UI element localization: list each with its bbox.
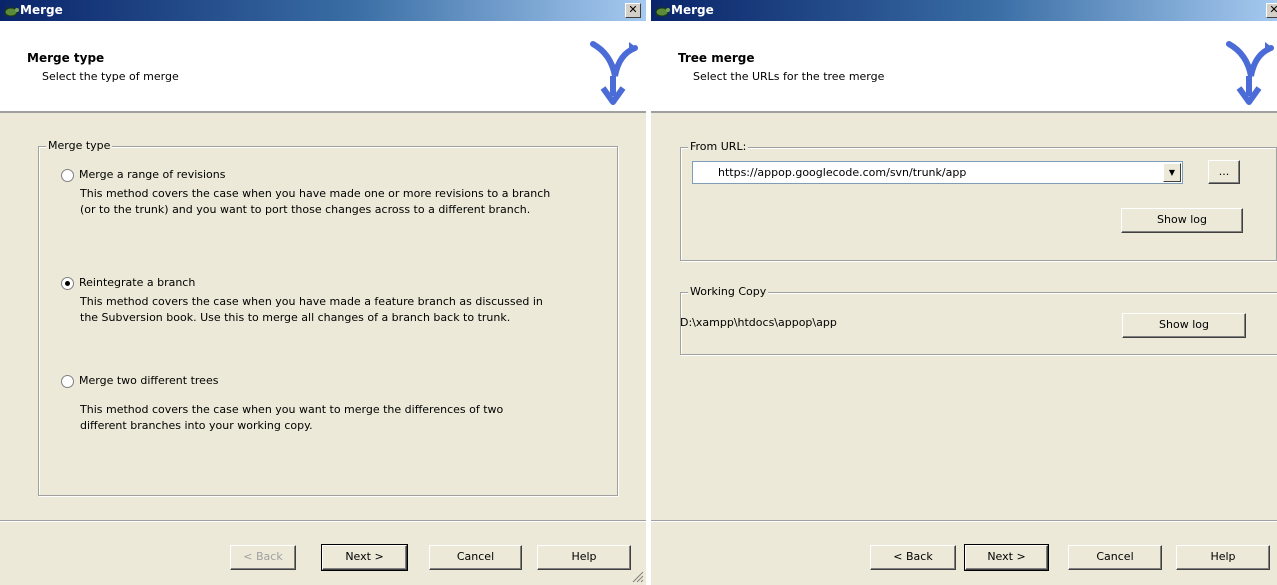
wizard-header: Merge type Select the type of merge [0,21,646,113]
title-bar[interactable]: Merge ✕ [0,0,646,21]
tortoise-icon [655,5,670,18]
close-icon: ✕ [628,3,638,16]
working-copy-label: Working Copy [688,285,769,298]
window-title: Merge [671,3,714,17]
cancel-button[interactable]: Cancel [429,545,522,570]
from-url-value[interactable]: https://appop.googlecode.com/svn/trunk/a… [718,166,966,179]
radio-range-of-revisions[interactable] [61,169,74,182]
description-line: This method covers the case when you hav… [80,295,543,308]
radio-two-different-trees[interactable] [61,375,74,388]
working-copy-show-log-button[interactable]: Show log [1122,313,1246,338]
wizard-header: Tree merge Select the URLs for the tree … [651,21,1277,113]
merge-type-group: Merge type Merge a range of revisions Th… [38,139,618,496]
close-button[interactable]: ✕ [1266,3,1277,18]
back-button[interactable]: < Back [230,545,296,570]
from-url-combobox[interactable]: https://appop.googlecode.com/svn/trunk/a… [692,161,1183,184]
back-button[interactable]: < Back [870,545,956,570]
resize-grip-icon[interactable] [632,571,644,583]
dropdown-arrow-icon[interactable]: ▼ [1163,163,1181,182]
option-label[interactable]: Merge two different trees [79,374,218,387]
page-subtitle: Select the type of merge [42,70,179,83]
option-label[interactable]: Reintegrate a branch [79,276,195,289]
next-button[interactable]: Next > [321,544,408,571]
help-button[interactable]: Help [1176,545,1270,570]
button-label: Show log [1157,213,1207,226]
close-button[interactable]: ✕ [625,3,641,18]
close-icon: ✕ [1269,3,1277,16]
title-bar[interactable]: Merge ✕ [651,0,1277,21]
description-line: (or to the trunk) and you want to port t… [80,203,531,216]
option-description: This method covers the case when you hav… [80,294,543,326]
page-title: Merge type [27,51,105,65]
merge-type-dialog: Merge ✕ Merge type Select the type of me… [0,0,646,585]
description-line: This method covers the case when you wan… [80,403,504,416]
merge-logo-icon [590,41,638,105]
tree-merge-dialog: Merge ✕ Tree merge Select the URLs for t… [651,0,1277,585]
footer-divider [651,520,1277,522]
group-label: Merge type [46,139,113,152]
radio-reintegrate-branch[interactable] [61,277,74,290]
description-line: different branches into your working cop… [80,419,313,432]
help-button[interactable]: Help [537,545,631,570]
description-line: This method covers the case when you hav… [80,187,551,200]
page-subtitle: Select the URLs for the tree merge [693,70,885,83]
cancel-button[interactable]: Cancel [1068,545,1162,570]
page-title: Tree merge [678,51,755,65]
browse-button[interactable]: ... [1208,160,1240,184]
from-url-label: From URL: [688,140,749,153]
description-line: the Subversion book. Use this to merge a… [80,311,511,324]
option-description: This method covers the case when you hav… [80,186,550,218]
tortoise-icon [4,5,19,18]
working-copy-path: D:\xampp\htdocs\appop\app [680,316,837,329]
option-description: This method covers the case when you wan… [80,402,503,434]
window-title: Merge [20,3,63,17]
option-label[interactable]: Merge a range of revisions [79,168,226,181]
from-url-show-log-button[interactable]: Show log [1121,208,1243,233]
footer-divider [0,520,646,522]
merge-logo-icon [1226,41,1274,105]
next-button[interactable]: Next > [964,544,1049,571]
button-label: Show log [1159,318,1209,331]
